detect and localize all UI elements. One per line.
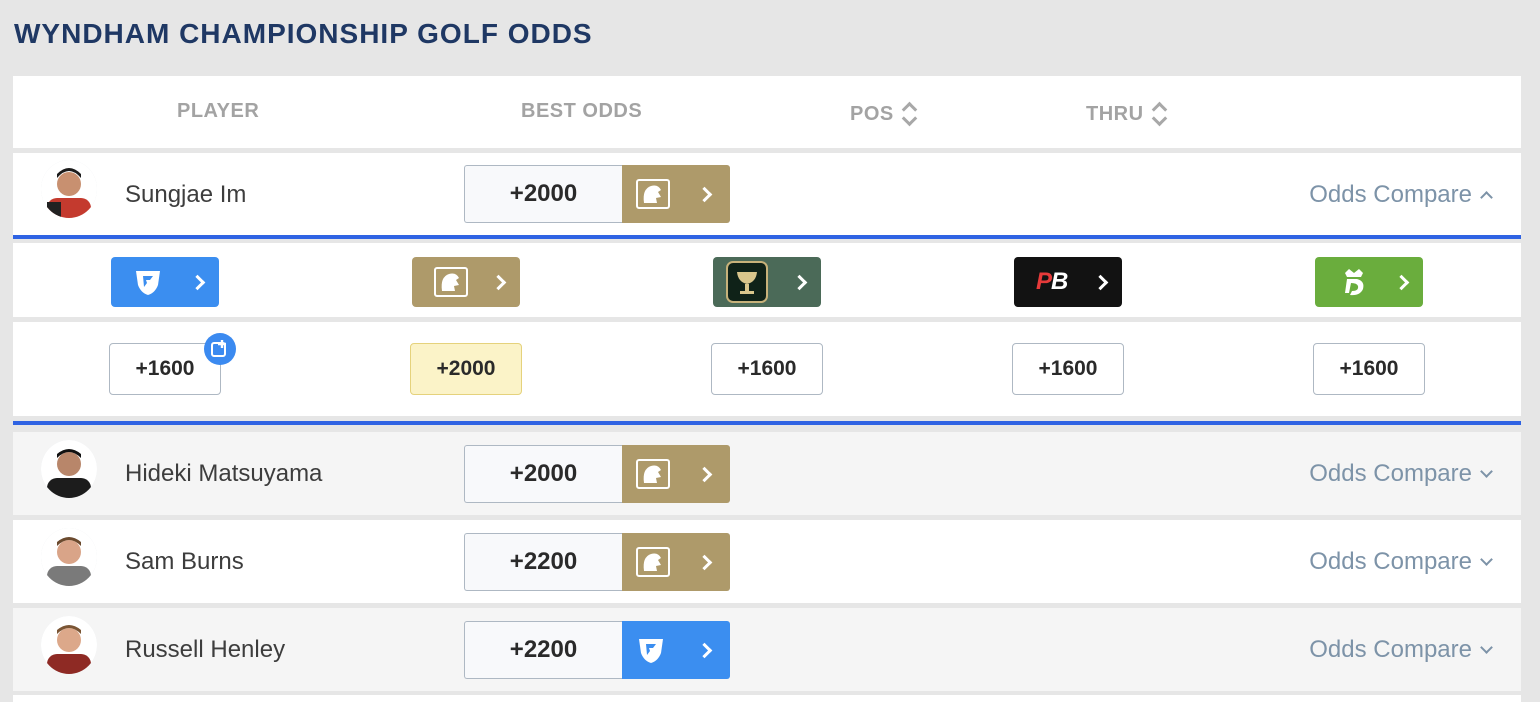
player-photo-icon xyxy=(41,160,97,218)
best-odds-button[interactable]: +2200 xyxy=(464,533,730,591)
table-row[interactable]: Russell Henley +2200 Odds Compare xyxy=(13,608,1521,691)
avatar xyxy=(41,440,97,498)
betmgm-lion-icon xyxy=(636,179,670,209)
betmgm-odds-cell[interactable]: +2000 xyxy=(410,343,522,395)
betmgm-book-button[interactable] xyxy=(622,165,730,223)
player-photo-icon xyxy=(41,616,97,674)
fanduel-book-button[interactable] xyxy=(111,257,219,307)
sportsbook-odds-row: +1600 +2000 +1600 +1600 +1600 xyxy=(13,322,1521,416)
fanduel-book-button[interactable] xyxy=(622,621,730,679)
chevron-right-icon xyxy=(189,274,206,290)
chevron-right-icon xyxy=(696,186,713,202)
betmgm-lion-icon xyxy=(636,459,670,489)
pointsbet-logo-icon: PB xyxy=(1036,268,1068,295)
page-title: WYNDHAM CHAMPIONSHIP GOLF ODDS xyxy=(14,18,593,49)
caesars-book-button[interactable] xyxy=(713,257,821,307)
odds-compare-toggle[interactable]: Odds Compare xyxy=(1309,460,1493,488)
best-odds-value: +2000 xyxy=(464,165,622,223)
avatar xyxy=(41,160,97,218)
chevron-right-icon xyxy=(490,274,507,290)
sort-icon[interactable] xyxy=(1152,100,1166,128)
sportsbook-logos-row: PB xyxy=(13,243,1521,317)
chevron-up-icon xyxy=(1480,191,1493,204)
odds-compare-toggle[interactable]: Odds Compare xyxy=(1309,636,1493,664)
column-best-odds: BEST ODDS xyxy=(521,100,643,122)
avatar xyxy=(41,616,97,674)
pointsbet-book-button[interactable]: PB xyxy=(1014,257,1122,307)
chevron-down-icon xyxy=(1480,553,1493,566)
chevron-right-icon xyxy=(696,466,713,482)
best-odds-button[interactable]: +2000 xyxy=(464,165,730,223)
best-odds-value: +2000 xyxy=(464,445,622,503)
betmgm-lion-icon xyxy=(434,267,468,297)
sort-icon[interactable] xyxy=(902,100,916,128)
add-bet-icon[interactable] xyxy=(204,333,236,365)
betmgm-book-button[interactable] xyxy=(412,257,520,307)
page: WYNDHAM CHAMPIONSHIP GOLF ODDS PLAYER BE… xyxy=(0,0,1540,702)
player-name[interactable]: Hideki Matsuyama xyxy=(125,460,322,488)
draftkings-crown-icon xyxy=(1345,269,1364,296)
chevron-down-icon xyxy=(1480,465,1493,478)
fanduel-shield-icon xyxy=(136,271,160,295)
draftkings-odds-cell[interactable]: +1600 xyxy=(1313,343,1425,395)
betmgm-lion-icon xyxy=(636,547,670,577)
table-row[interactable]: Sungjae Im +2000 Odds Compare xyxy=(13,153,1521,235)
table-row[interactable]: Hideki Matsuyama +2000 Odds Compare xyxy=(13,432,1521,515)
player-name[interactable]: Sam Burns xyxy=(125,548,244,576)
chevron-right-icon xyxy=(696,642,713,658)
table-header: PLAYER BEST ODDS POS THRU xyxy=(13,76,1521,148)
player-photo-icon xyxy=(41,440,97,498)
avatar xyxy=(41,528,97,586)
expanded-accent-bar xyxy=(13,235,1521,239)
player-name[interactable]: Russell Henley xyxy=(125,636,285,664)
draftkings-book-button[interactable] xyxy=(1315,257,1423,307)
pointsbet-odds-cell[interactable]: +1600 xyxy=(1012,343,1124,395)
column-pos[interactable]: POS xyxy=(850,100,916,128)
betmgm-book-button[interactable] xyxy=(622,533,730,591)
caesars-odds-cell[interactable]: +1600 xyxy=(711,343,823,395)
chevron-right-icon xyxy=(1092,274,1109,290)
caesars-trophy-icon xyxy=(726,261,768,303)
chevron-right-icon xyxy=(1393,274,1410,290)
chevron-down-icon xyxy=(1480,641,1493,654)
fanduel-shield-icon xyxy=(639,639,663,663)
odds-compare-toggle[interactable]: Odds Compare xyxy=(1309,548,1493,576)
player-photo-icon xyxy=(41,528,97,586)
next-row-partial xyxy=(13,695,1521,702)
betmgm-book-button[interactable] xyxy=(622,445,730,503)
odds-compare-toggle[interactable]: Odds Compare xyxy=(1309,181,1493,209)
chevron-right-icon xyxy=(791,274,808,290)
column-thru[interactable]: THRU xyxy=(1086,100,1166,128)
best-odds-value: +2200 xyxy=(464,621,622,679)
best-odds-value: +2200 xyxy=(464,533,622,591)
chevron-right-icon xyxy=(696,554,713,570)
best-odds-button[interactable]: +2000 xyxy=(464,445,730,503)
table-row[interactable]: Sam Burns +2200 Odds Compare xyxy=(13,520,1521,603)
best-odds-button[interactable]: +2200 xyxy=(464,621,730,679)
expanded-accent-bar-bottom xyxy=(13,421,1521,425)
player-name[interactable]: Sungjae Im xyxy=(125,181,246,209)
column-player: PLAYER xyxy=(177,100,260,122)
